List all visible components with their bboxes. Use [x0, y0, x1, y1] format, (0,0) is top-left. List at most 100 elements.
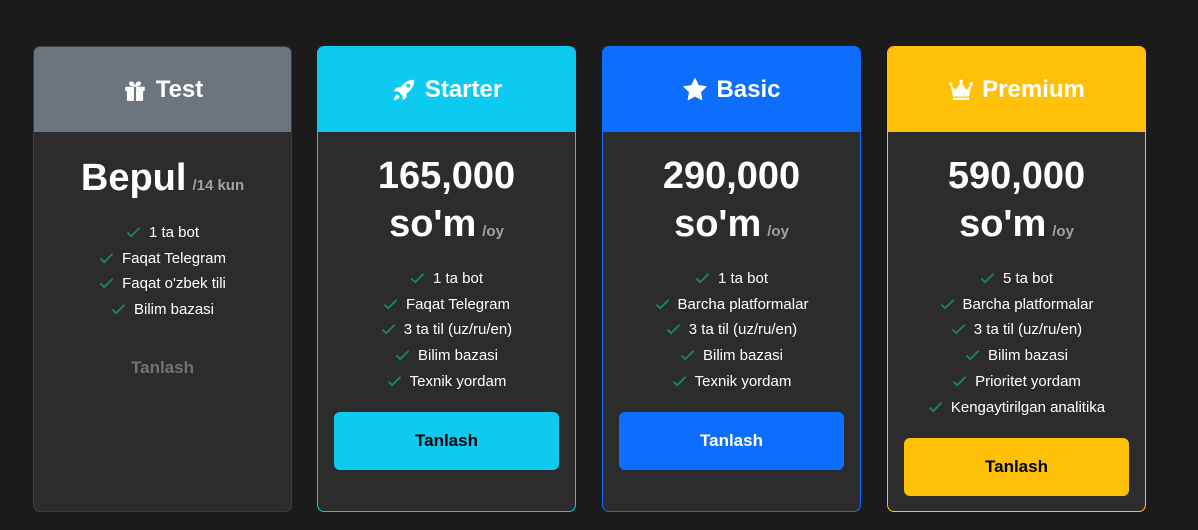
check-icon [383, 298, 398, 310]
rocket-icon [391, 77, 417, 103]
price-period: /14 kun [192, 177, 245, 194]
check-icon [680, 350, 695, 361]
check-icon [672, 375, 686, 387]
plan-price: 165,000 so'm/oy [318, 152, 575, 256]
check-icon [410, 273, 425, 284]
feature-list: 1 ta bot Faqat Telegram 3 ta til (uz/ru/… [318, 266, 575, 395]
feature-item: Faqat Telegram [34, 246, 291, 272]
plan-name: Premium [982, 75, 1085, 103]
check-icon [980, 273, 995, 284]
feature-text: Kengaytirilgan analitika [950, 398, 1106, 416]
plan-card-starter: Starter 165,000 so'm/oy 1 ta bot Faqat T… [317, 46, 576, 512]
plan-price: 290,000 so'm/oy [603, 152, 860, 256]
feature-item: Faqat Telegram [318, 292, 575, 318]
price-currency: so'm [959, 203, 1047, 245]
feature-item: Bilim bazasi [603, 343, 860, 369]
pricing-cards: Test Bepul/14 kun 1 ta bot Faqat Telegra… [0, 0, 1198, 530]
check-icon [666, 324, 681, 335]
price-currency: so'm [674, 203, 762, 245]
feature-text: 3 ta til (uz/ru/en) [973, 321, 1083, 339]
check-icon [951, 324, 966, 335]
feature-item: 5 ta bot [888, 266, 1145, 292]
star-icon [682, 77, 708, 103]
select-button-test[interactable]: Tanlash [50, 343, 275, 393]
feature-item: Prioritet yordam [888, 369, 1145, 395]
plan-header-basic: Basic [603, 47, 860, 132]
plan-name: Starter [424, 75, 503, 103]
price-value: 165,000 [377, 155, 516, 197]
feature-item: Bilim bazasi [318, 343, 575, 369]
feature-list: 1 ta bot Faqat Telegram Faqat o'zbek til… [34, 220, 291, 323]
select-button-premium[interactable]: Tanlash [904, 438, 1129, 496]
price-period: /oy [482, 223, 504, 240]
feature-item: Texnik yordam [603, 369, 860, 395]
check-icon [940, 298, 954, 310]
plan-name: Basic [716, 75, 781, 103]
feature-text: Barcha platformalar [962, 295, 1094, 313]
plan-card-premium: Premium 590,000 so'm/oy 5 ta bot Barcha … [887, 46, 1146, 512]
check-icon [99, 278, 114, 289]
plan-header-premium: Premium [888, 47, 1145, 132]
feature-text: 1 ta bot [148, 224, 200, 241]
feature-text: Texnik yordam [694, 372, 792, 390]
price-period: /oy [767, 223, 789, 240]
check-icon [655, 298, 669, 310]
price-period: /oy [1052, 223, 1074, 240]
feature-text: Faqat o'zbek tili [122, 275, 226, 293]
feature-item: Barcha platformalar [888, 292, 1145, 318]
gift-icon [122, 77, 148, 103]
plan-header-starter: Starter [318, 47, 575, 132]
plan-name: Test [155, 75, 204, 103]
price-currency: so'm [389, 203, 477, 245]
plan-header-test: Test [34, 47, 291, 132]
feature-item: Kengaytirilgan analitika [888, 395, 1145, 421]
price-value: 590,000 [947, 155, 1086, 197]
plan-card-test: Test Bepul/14 kun 1 ta bot Faqat Telegra… [33, 46, 292, 512]
feature-text: 1 ta bot [432, 270, 484, 287]
feature-text: Faqat Telegram [406, 295, 510, 313]
check-icon [395, 350, 410, 361]
feature-item: Bilim bazasi [888, 343, 1145, 369]
feature-item: 3 ta til (uz/ru/en) [603, 317, 860, 343]
feature-text: Faqat Telegram [122, 249, 226, 267]
feature-item: Bilim bazasi [34, 297, 291, 323]
feature-item: 1 ta bot [603, 266, 860, 292]
feature-text: Bilim bazasi [702, 347, 784, 365]
feature-item: 1 ta bot [318, 266, 575, 292]
feature-item: Faqat o'zbek tili [34, 271, 291, 297]
feature-text: 5 ta bot [1002, 270, 1054, 287]
feature-text: 3 ta til (uz/ru/en) [403, 321, 513, 339]
feature-text: Texnik yordam [409, 372, 507, 390]
check-icon [99, 252, 114, 264]
feature-item: 3 ta til (uz/ru/en) [888, 317, 1145, 343]
check-icon [111, 304, 126, 315]
feature-text: Bilim bazasi [417, 347, 499, 365]
feature-item: Barcha platformalar [603, 292, 860, 318]
feature-item: Texnik yordam [318, 369, 575, 395]
feature-text: 3 ta til (uz/ru/en) [688, 321, 798, 339]
feature-item: 1 ta bot [34, 220, 291, 246]
select-button-starter[interactable]: Tanlash [334, 412, 559, 470]
plan-price: Bepul/14 kun [34, 154, 291, 210]
check-icon [387, 375, 401, 387]
feature-text: Barcha platformalar [677, 295, 809, 313]
check-icon [126, 227, 141, 238]
select-button-basic[interactable]: Tanlash [619, 412, 844, 470]
check-icon [928, 401, 943, 413]
feature-item: 3 ta til (uz/ru/en) [318, 317, 575, 343]
plan-card-basic: Basic 290,000 so'm/oy 1 ta bot Barcha pl… [602, 46, 861, 512]
check-icon [965, 350, 980, 361]
plan-price: 590,000 so'm/oy [888, 152, 1145, 256]
price-value: 290,000 [662, 155, 801, 197]
feature-text: 1 ta bot [717, 270, 769, 287]
feature-list: 1 ta bot Barcha platformalar 3 ta til (u… [603, 266, 860, 395]
feature-list: 5 ta bot Barcha platformalar 3 ta til (u… [888, 266, 1145, 420]
feature-text: Bilim bazasi [133, 301, 215, 319]
check-icon [695, 273, 710, 284]
feature-text: Prioritet yordam [975, 372, 1081, 390]
price-value: Bepul [80, 157, 187, 199]
check-icon [381, 324, 396, 335]
feature-text: Bilim bazasi [987, 347, 1069, 365]
check-icon [952, 375, 967, 387]
crown-icon [948, 77, 974, 103]
